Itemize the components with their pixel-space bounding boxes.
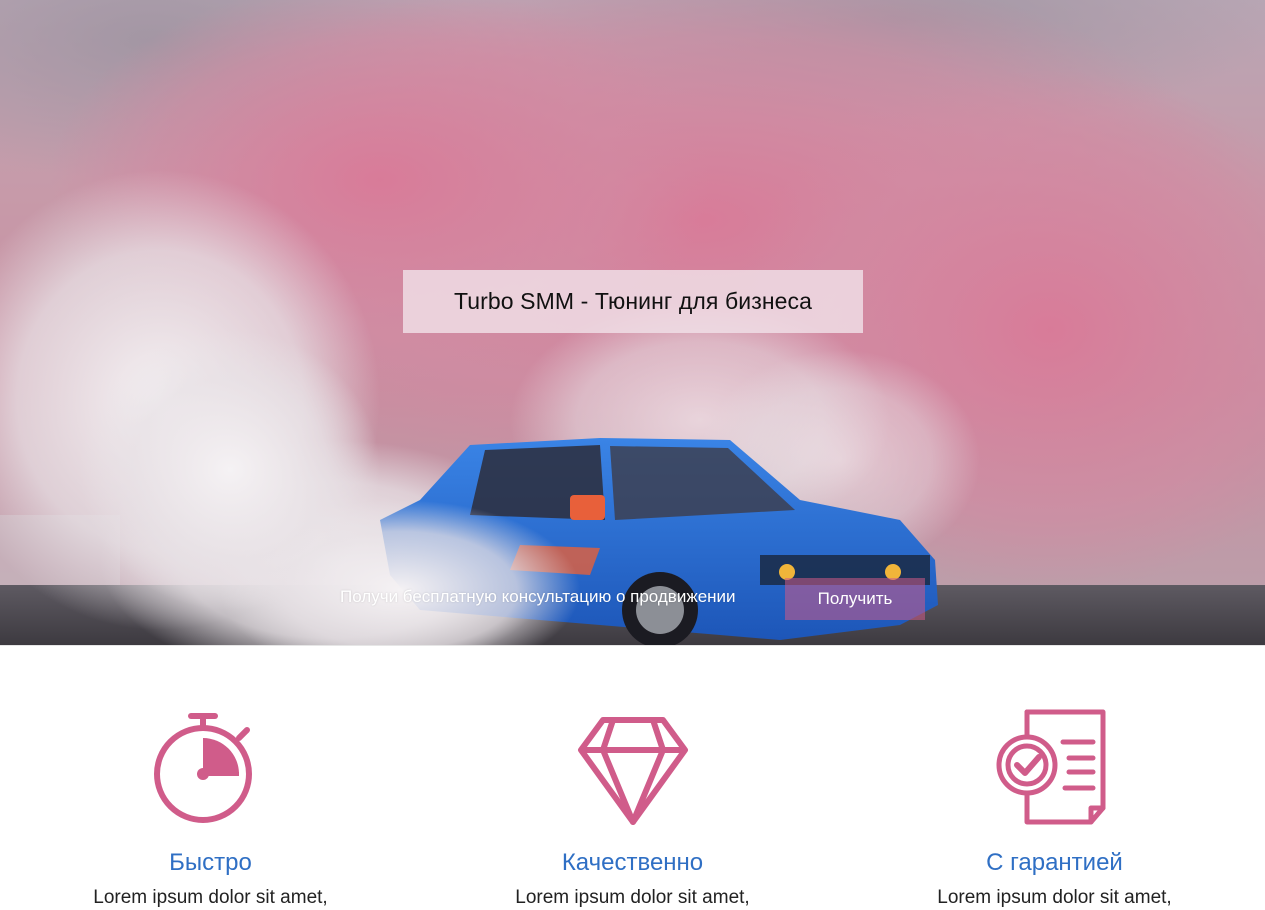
hero-title: Turbo SMM - Тюнинг для бизнеса [453, 288, 813, 314]
hero-title-box: Turbo SMM - Тюнинг для бизнеса [403, 270, 863, 333]
cta-row: Получи бесплатную консультацию о продвиж… [0, 578, 1265, 620]
guarantee-document-icon [996, 709, 1105, 825]
feature-title: Качественно [561, 849, 704, 876]
cta-text: Получи бесплатную консультацию о продвиж… [340, 587, 736, 606]
stopwatch-icon [153, 713, 252, 823]
feature-quality: Качественно Lorem ipsum dolor sit amet, [422, 646, 843, 910]
feature-description: Lorem ipsum dolor sit amet, [515, 887, 750, 908]
feature-fast: Быстро Lorem ipsum dolor sit amet, [0, 646, 421, 910]
feature-title: Быстро [169, 849, 252, 876]
feature-title: С гарантией [986, 849, 1123, 876]
feature-description: Lorem ipsum dolor sit amet, [93, 887, 328, 908]
diamond-icon [577, 717, 688, 825]
get-consultation-button[interactable]: Получить [785, 578, 925, 620]
features-section: Быстро Lorem ipsum dolor sit amet, Качес… [0, 645, 1265, 909]
feature-guarantee: С гарантией Lorem ipsum dolor sit amet, [844, 646, 1265, 910]
feature-description: Lorem ipsum dolor sit amet, [937, 887, 1172, 908]
hero-section: Turbo SMM - Тюнинг для бизнеса Получи бе… [0, 0, 1265, 645]
